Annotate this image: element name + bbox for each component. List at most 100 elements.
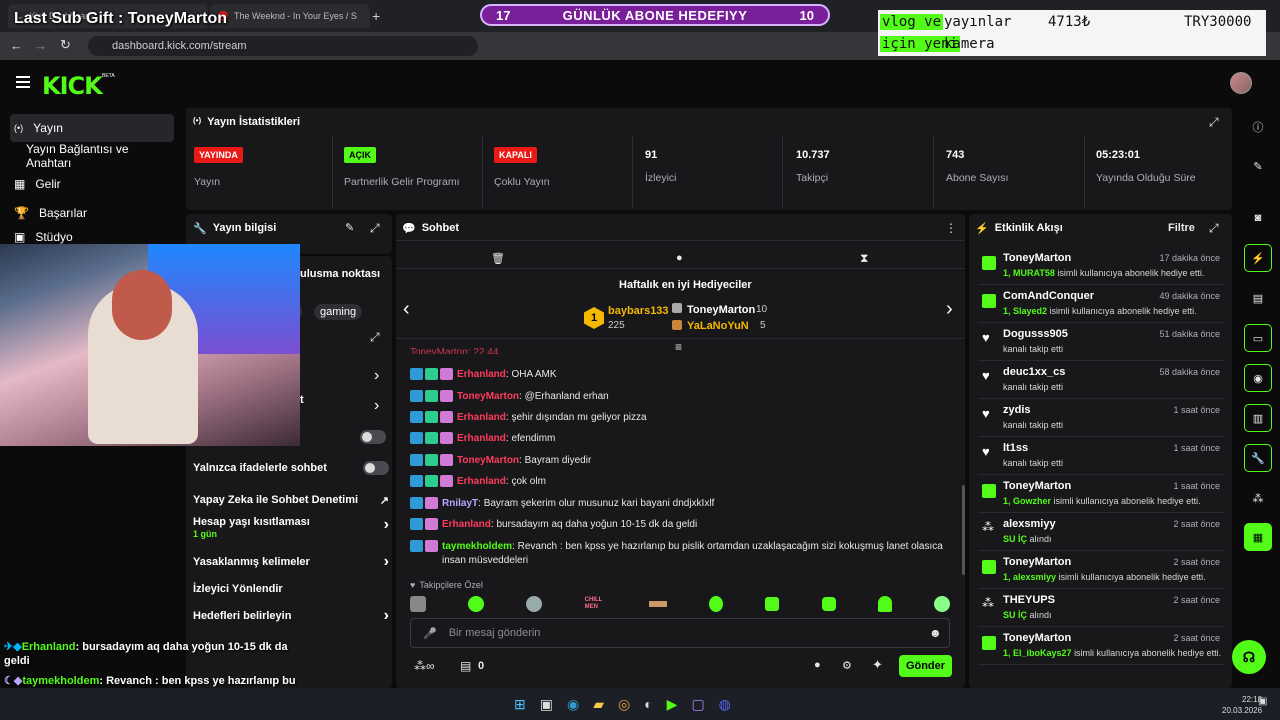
expand-icon[interactable]: ⤢ [1209,115,1219,130]
chat-username[interactable]: Erhanland [442,519,491,530]
hourglass-icon[interactable]: ⧗ [860,251,868,266]
app-icon[interactable]: ▢ [691,696,704,713]
chevron-right-icon[interactable]: › [374,367,379,385]
expand-icon[interactable]: ⤢ [370,221,380,236]
sidebar-item-stream[interactable]: (•) Yayın [10,114,174,142]
wrench-icon[interactable]: 🔧 [1244,444,1272,472]
chat-username[interactable]: Erhanland [457,433,506,444]
forward-icon[interactable]: → [34,38,47,53]
external-link-icon[interactable]: ↗ [380,494,389,507]
activity-event[interactable]: ♥ deuc1xx_cs 58 dakika önce kanalı takip et… [978,362,1224,399]
chat-username[interactable]: taymekholdem [442,541,512,552]
chevron-right-icon[interactable]: › [384,607,389,625]
mic-icon[interactable]: 🎤 [423,627,437,640]
emote-icon[interactable] [526,596,543,612]
chat-icon[interactable]: ▭ [1244,324,1272,352]
emote-icon[interactable] [933,596,950,612]
setting-banned-words[interactable]: Yasaklanmış kelimeler › [193,552,389,572]
emoji-icon[interactable]: ☻ [929,626,942,640]
expand-icon[interactable]: ⤢ [1209,221,1219,236]
obs-icon[interactable]: ◐ [644,696,652,713]
url-field[interactable]: dashboard.kick.com/stream [88,36,478,56]
emote-icon[interactable]: CHILL MEN [585,597,607,611]
kick-logo[interactable]: KICK [42,72,103,100]
setting-viewer-redirect[interactable]: İzleyici Yönlendir [193,579,389,599]
support-button[interactable]: ☊ [1232,640,1266,674]
lightning-icon[interactable]: ⚡ [1244,244,1272,272]
settings-gear-icon[interactable]: ⚙ [842,659,852,672]
edit-icon[interactable]: ✎ [345,221,354,234]
chat-username[interactable]: Erhanland [457,412,506,423]
trash-icon[interactable]: 🗑 [491,252,505,265]
edge-icon[interactable]: ◉ [567,696,579,713]
activity-event[interactable]: ⁂ THEYUPS 2 saat önce SU İÇ alındı [978,590,1224,627]
chrome-icon[interactable]: ◎ [618,696,630,713]
kick-app-icon[interactable]: ▦ [1244,523,1272,551]
chat-bubble-icon[interactable]: ● [676,252,683,264]
chat-username[interactable]: ToneyMarton [457,455,519,466]
discord-icon[interactable]: ◍ [719,696,731,713]
setting-goals[interactable]: Hedefleri belirleyin › [193,606,389,626]
chat-username[interactable]: Erhanland [457,369,506,380]
layout-icon[interactable]: ▥ [1244,404,1272,432]
store-icon[interactable]: ▤ [460,659,471,673]
activity-event[interactable]: ToneyMarton 2 saat önce 1, El_iboKays27 is… [978,628,1224,665]
menu-icon[interactable] [16,76,30,88]
chevron-left-icon[interactable]: ‹ [403,298,410,321]
new-tab-icon[interactable]: + [372,8,380,24]
activity-event[interactable]: ⁂ alexsmiyy 2 saat önce SU İÇ alındı [978,514,1224,551]
activity-event[interactable]: ♥ Dogusss905 51 dakika önce kanalı takip et… [978,324,1224,361]
chat-username[interactable]: ToneyMarton [457,391,519,402]
emote-icon[interactable] [821,597,836,611]
toggle-switch[interactable] [360,430,386,444]
more-options-icon[interactable]: ⋮ [945,221,957,235]
activity-event[interactable]: ComAndConquer 49 dakika önce 1, Slayed2 is… [978,286,1224,323]
emote-icon[interactable] [709,596,724,612]
chat-username[interactable]: RnilayT [442,498,478,509]
activity-event[interactable]: ToneyMarton 1 saat önce 1, Gowzher isimli … [978,476,1224,513]
reload-icon[interactable]: ↻ [60,37,71,53]
chevron-right-icon[interactable]: › [946,298,953,321]
windows-start-icon[interactable]: ⊞ [514,696,526,713]
kick-taskbar-icon[interactable]: ▶ [667,696,678,713]
emote-only-toggle[interactable] [363,461,389,475]
setting-account-age[interactable]: Hesap yaşı kısıtlaması 1 gün › [193,516,389,544]
chevron-right-icon[interactable]: › [384,553,389,571]
chevron-right-icon[interactable]: › [374,397,379,415]
emote-icon[interactable] [877,596,892,612]
emote-icon[interactable] [648,601,667,607]
chat-username[interactable]: Erhanland [457,476,506,487]
gift-badge-icon[interactable]: ✦ [872,657,883,673]
activity-event[interactable]: ♥ lt1ss 1 saat önce kanalı takip etti [978,438,1224,475]
scrollbar[interactable] [962,485,965,575]
camera-icon[interactable]: ◙ [1244,204,1272,232]
document-icon[interactable]: ▤ [1244,284,1272,312]
expand-icon[interactable]: ⤢ [370,330,380,345]
filter-button[interactable]: Filtre [1168,222,1195,234]
system-clock[interactable]: 22:18 20.03.2026 [1222,694,1262,716]
activity-event[interactable]: ToneyMarton 17 dakika önce 1, MURAT58 isim… [978,248,1224,285]
back-icon[interactable]: ← [10,38,23,53]
avatar[interactable] [1230,72,1252,94]
points-icon[interactable]: ⁂ [1244,484,1272,512]
setting-ai-moderation[interactable]: Yapay Zeka ile Sohbet Denetimi ↗ [193,490,389,510]
emote-icon[interactable] [410,596,426,612]
notification-icon[interactable]: ▣ [1258,696,1267,707]
file-explorer-icon[interactable]: ▰ [593,696,604,713]
tag-chip[interactable]: gaming [314,304,363,320]
browser-tab-music[interactable]: The Weeknd - In Your Eyes / S [210,4,370,28]
info-icon[interactable]: ⓘ [1244,113,1272,141]
send-button[interactable]: Gönder [899,655,952,677]
activity-event[interactable]: ♥ zydis 1 saat önce kanalı takip etti [978,400,1224,437]
emote-icon[interactable] [765,597,780,611]
pencil-icon[interactable]: ✎ [1244,152,1272,180]
chat-input[interactable]: 🎤 Bir mesaj gönderin [410,618,950,648]
chevron-right-icon[interactable]: › [384,516,389,534]
sidebar-item-stream-key[interactable]: Yayın Bağlantısı ve Anahtarı [10,142,174,170]
sidebar-item-revenue[interactable]: ▦ Gelir [10,170,174,198]
kick-points-icon[interactable]: ⁂∞ [414,659,435,673]
emote-icon[interactable] [468,596,485,612]
broadcast-icon[interactable]: ◉ [1244,364,1272,392]
activity-event[interactable]: ToneyMarton 2 saat önce 1, alexsmiyy isiml… [978,552,1224,589]
sidebar-item-achievements[interactable]: 🏆 Başarılar [10,199,174,227]
